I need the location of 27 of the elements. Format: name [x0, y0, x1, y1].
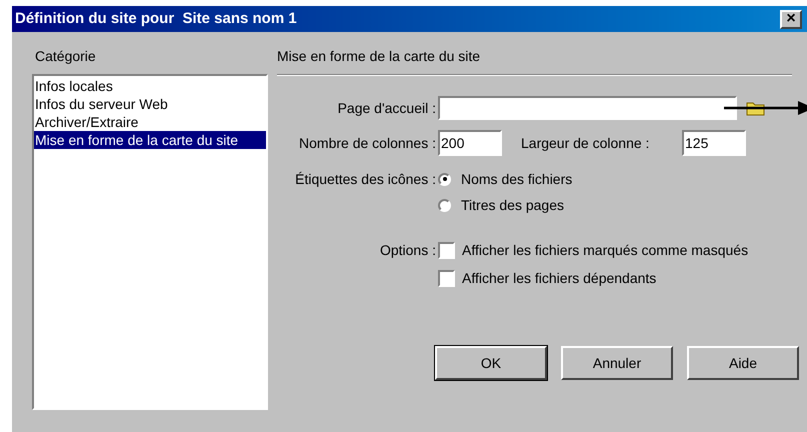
- dialog-button[interactable]: Annuler: [561, 346, 673, 380]
- close-button[interactable]: ×: [780, 10, 802, 28]
- category-heading: Catégorie: [34, 47, 97, 66]
- window-title: Définition du site pour Site sans nom 1: [15, 8, 297, 29]
- radio-button[interactable]: [438, 172, 451, 186]
- category-item[interactable]: Mise en forme de la carte du site: [34, 131, 266, 149]
- field-label: Page d'accueil :: [336, 98, 437, 118]
- field-label: Étiquettes des icônes :: [294, 170, 437, 189]
- radio-button[interactable]: [438, 198, 451, 212]
- category-item[interactable]: Infos du serveur Web: [34, 95, 266, 113]
- field-label: Nombre de colonnes :: [298, 134, 437, 152]
- field-label: Options :: [378, 241, 437, 260]
- category-item[interactable]: Infos locales: [34, 77, 266, 95]
- checkbox[interactable]: [438, 242, 455, 258]
- radio-label: Noms des fichiers: [461, 170, 572, 188]
- category-item[interactable]: Archiver/Extraire: [34, 113, 266, 131]
- checkbox-label: Afficher les fichiers dépendants: [462, 268, 656, 288]
- dialog-button[interactable]: Aide: [687, 346, 799, 380]
- panel-heading: Mise en forme de la carte du site: [277, 47, 482, 66]
- column-width-field[interactable]: 125: [682, 130, 746, 156]
- field-label: Largeur de colonne :: [521, 134, 650, 153]
- columns-field[interactable]: 200: [438, 130, 502, 156]
- dialog-button[interactable]: OK: [435, 346, 547, 380]
- radio-label: Titres des pages: [461, 196, 564, 215]
- checkbox[interactable]: [438, 270, 455, 286]
- checkbox-label: Afficher les fichiers marqués comme masqués: [462, 240, 748, 260]
- home-page-field[interactable]: [438, 96, 737, 120]
